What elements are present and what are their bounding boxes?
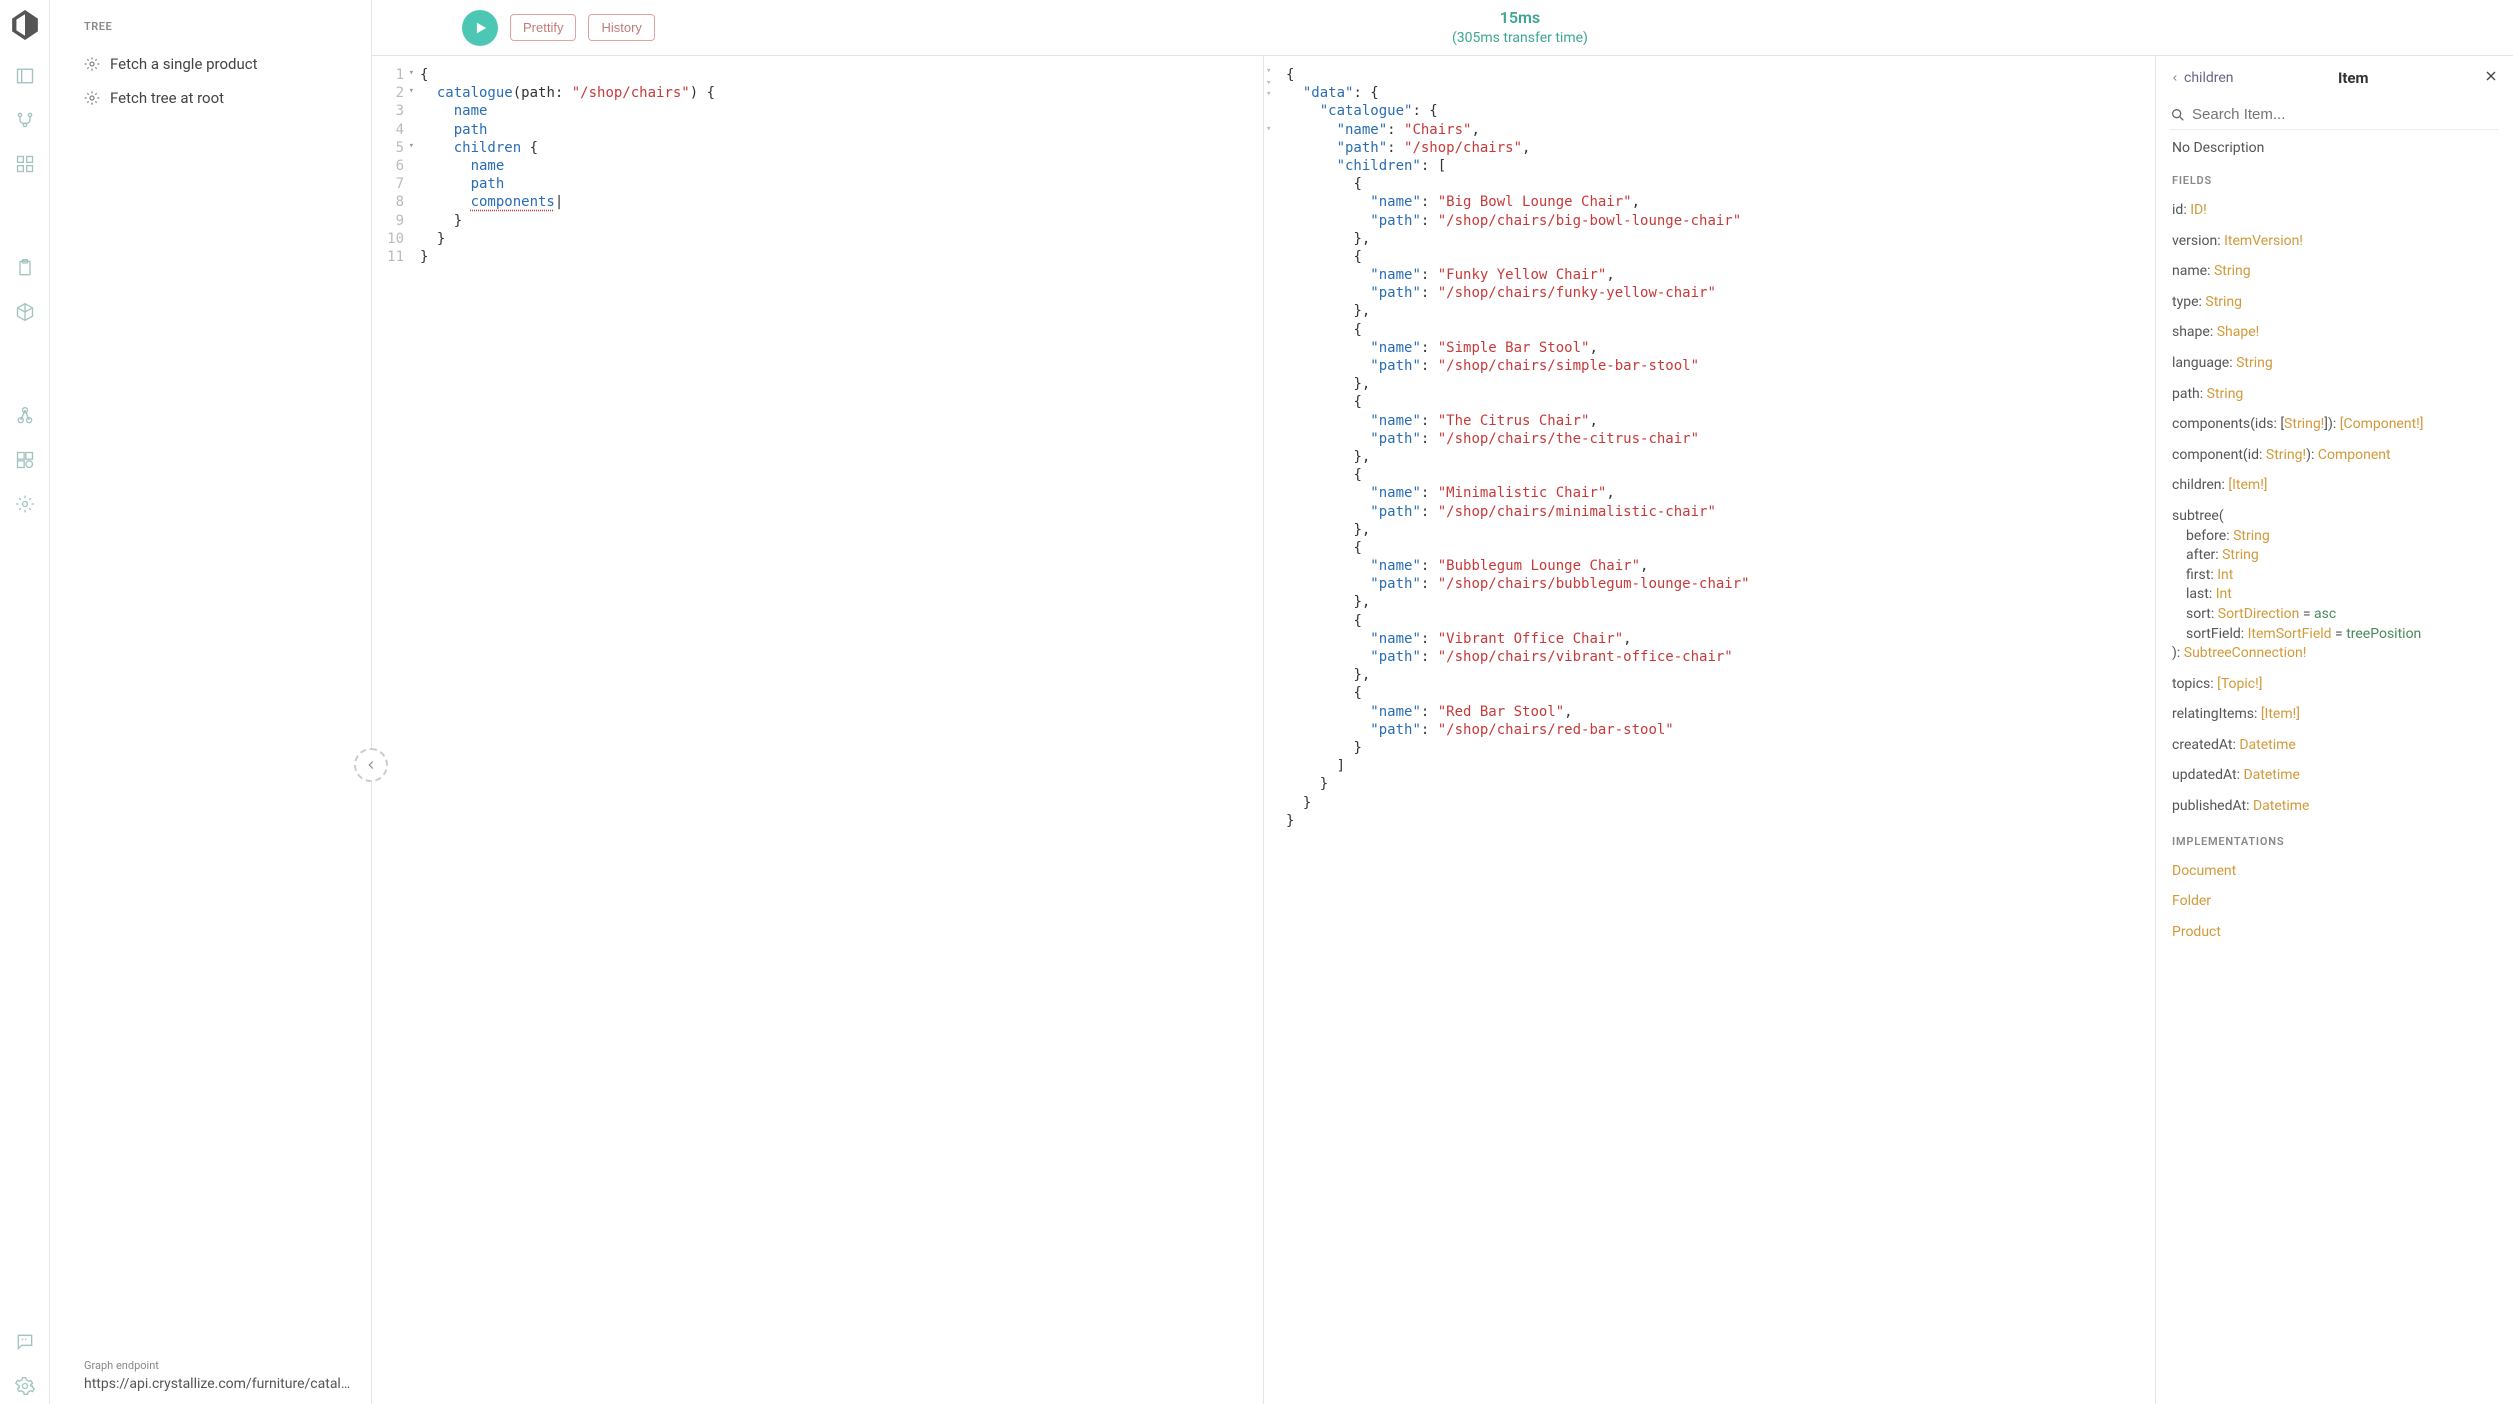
docs-panel: children Item No Description FIELDS id: …: [2155, 56, 2513, 1404]
field-shape[interactable]: shape: Shape!: [2172, 323, 2497, 343]
query-editor[interactable]: 1▾2▾345▾67891011 { catalogue(path: "/sho…: [372, 56, 1264, 1404]
docs-body[interactable]: No Description FIELDS id: ID! version: It…: [2156, 140, 2513, 1404]
implementations-heading: IMPLEMENTATIONS: [2172, 835, 2497, 848]
docs-back-label: children: [2184, 70, 2234, 86]
toolbar: Prettify History 15ms (305ms transfer ti…: [372, 0, 2513, 56]
gear-icon[interactable]: [13, 1374, 37, 1398]
field-createdAt[interactable]: createdAt: Datetime: [2172, 736, 2497, 756]
result-viewer: ▾▾▾▾ { "data": { "catalogue": { "name": …: [1264, 56, 2155, 1404]
main: Prettify History 15ms (305ms transfer ti…: [372, 0, 2513, 1404]
impl-folder[interactable]: Folder: [2172, 892, 2497, 912]
collapse-sidebar-button[interactable]: [354, 748, 388, 782]
field-updatedAt[interactable]: updatedAt: Datetime: [2172, 766, 2497, 786]
clipboard-icon[interactable]: [13, 256, 37, 280]
timing-readout: 15ms (305ms transfer time): [1452, 8, 1708, 47]
field-component[interactable]: component(id: String!): Component: [2172, 446, 2497, 466]
grid-icon[interactable]: [13, 152, 37, 176]
line-gutter: 1▾2▾345▾67891011: [372, 56, 412, 1404]
impl-document[interactable]: Document: [2172, 862, 2497, 882]
impl-product[interactable]: Product: [2172, 923, 2497, 943]
prettify-button[interactable]: Prettify: [510, 14, 576, 41]
docs-search[interactable]: [2170, 106, 2499, 130]
branch-icon[interactable]: [13, 108, 37, 132]
endpoint-value[interactable]: https://api.crystallize.com/furniture/ca…: [84, 1376, 353, 1392]
tree-item-root[interactable]: Fetch tree at root: [84, 81, 353, 115]
docs-search-input[interactable]: [2192, 106, 2499, 123]
webhook-icon[interactable]: [13, 404, 37, 428]
tree-item-label: Fetch tree at root: [110, 89, 224, 107]
docs-back-button[interactable]: children: [2170, 70, 2234, 86]
package-icon[interactable]: [13, 300, 37, 324]
tree-item-single-product[interactable]: Fetch a single product: [84, 47, 353, 81]
docs-close-button[interactable]: [2483, 68, 2499, 88]
docs-header: children Item: [2156, 56, 2513, 100]
field-path[interactable]: path: String: [2172, 385, 2497, 405]
field-language[interactable]: language: String: [2172, 354, 2497, 374]
field-components[interactable]: components(ids: [String!]): [Component!]: [2172, 415, 2497, 435]
query-code[interactable]: { catalogue(path: "/shop/chairs") { name…: [412, 56, 1263, 1404]
result-json[interactable]: { "data": { "catalogue": { "name": "Chai…: [1278, 56, 2155, 1404]
docs-title: Item: [2234, 69, 2483, 87]
tree-item-label: Fetch a single product: [110, 55, 258, 73]
chat-icon[interactable]: [13, 1330, 37, 1354]
history-button[interactable]: History: [588, 14, 654, 41]
field-relatingItems[interactable]: relatingItems: [Item!]: [2172, 705, 2497, 725]
library-icon[interactable]: [13, 64, 37, 88]
field-publishedAt[interactable]: publishedAt: Datetime: [2172, 797, 2497, 817]
editor-panes: 1▾2▾345▾67891011 { catalogue(path: "/sho…: [372, 56, 2513, 1404]
timing-transfer: (305ms transfer time): [1452, 29, 1588, 47]
timing-ms: 15ms: [1452, 8, 1588, 29]
field-subtree[interactable]: subtree(before: Stringafter: Stringfirst…: [2172, 507, 2497, 664]
fields-heading: FIELDS: [2172, 174, 2497, 187]
sidebar: TREE Fetch a single product Fetch tree a…: [50, 0, 372, 1404]
search-icon: [2170, 107, 2186, 123]
field-type[interactable]: type: String: [2172, 293, 2497, 313]
field-name[interactable]: name: String: [2172, 262, 2497, 282]
app-logo: [12, 10, 38, 44]
modules-icon[interactable]: [13, 448, 37, 472]
result-fold-gutter: ▾▾▾▾: [1264, 56, 1278, 1404]
settings-icon[interactable]: [13, 492, 37, 516]
field-version[interactable]: version: ItemVersion!: [2172, 232, 2497, 252]
endpoint-label: Graph endpoint: [84, 1359, 353, 1372]
execute-button[interactable]: [462, 10, 498, 46]
field-id[interactable]: id: ID!: [2172, 201, 2497, 221]
tree-heading: TREE: [84, 20, 353, 33]
field-children[interactable]: children: [Item!]: [2172, 476, 2497, 496]
field-topics[interactable]: topics: [Topic!]: [2172, 675, 2497, 695]
icon-rail: [0, 0, 50, 1404]
docs-description: No Description: [2172, 140, 2497, 156]
